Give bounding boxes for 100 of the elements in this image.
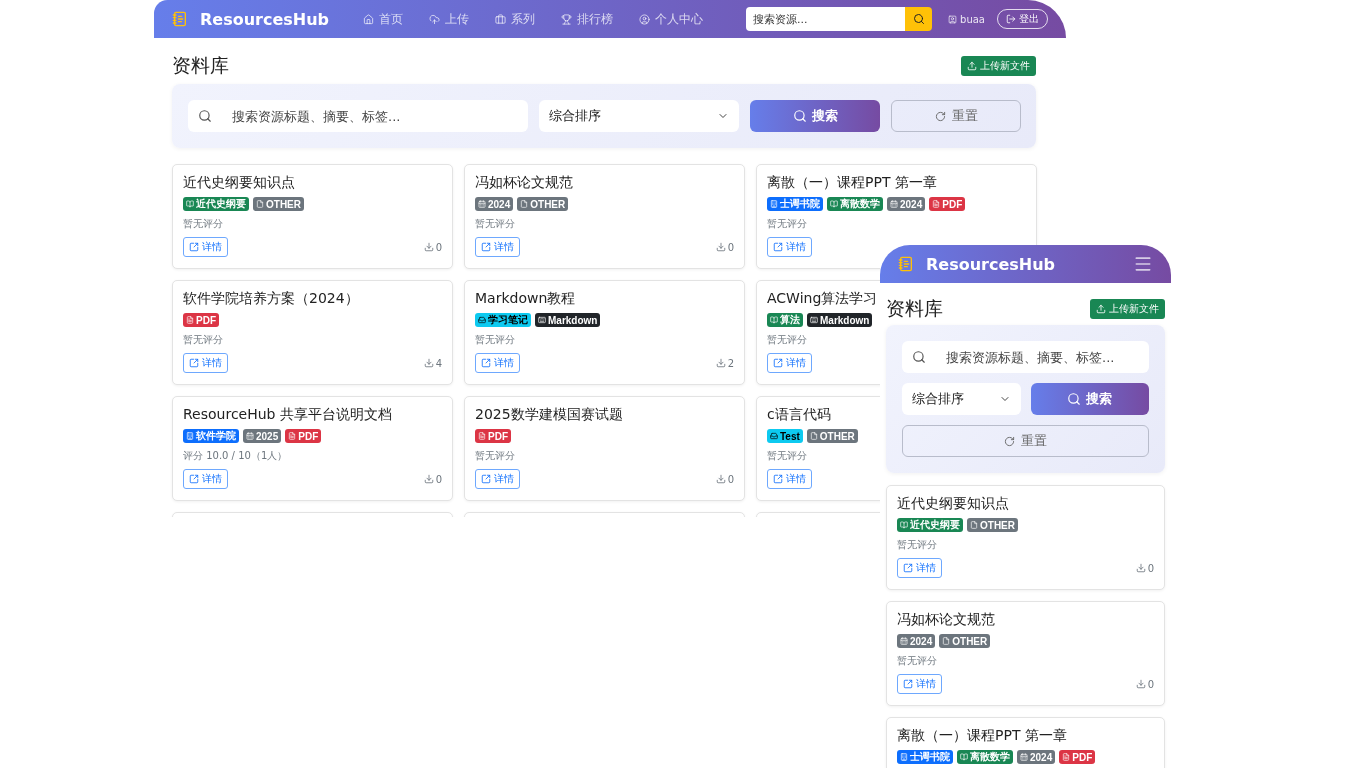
nav-link[interactable]: 个人中心 [639,10,704,28]
detail-button[interactable]: 详情 [183,469,228,489]
logout-icon [1006,14,1016,24]
document-icon [478,432,486,440]
rating-text: 暂无评分 [897,654,938,668]
download-count: 0 [435,241,442,253]
nav-link[interactable]: 排行榜 [561,10,614,28]
detail-button[interactable]: 详情 [767,237,812,257]
detail-button[interactable]: 详情 [767,469,812,489]
header-search-button[interactable] [905,7,933,31]
detail-button[interactable]: 详情 [183,353,228,373]
external-link-icon [481,242,491,252]
document-icon [288,432,297,440]
search-icon [792,109,807,123]
download-icon [423,242,434,252]
tag-label: PDF [196,314,216,326]
rating-text: 暂无评分 [767,333,808,347]
external-link-icon [773,474,783,484]
detail-button[interactable]: 详情 [767,353,812,373]
reset-button[interactable]: 重置 [902,425,1149,457]
tag-label: PDF [488,430,508,442]
home-icon [363,13,375,25]
card-title: ACWing算法学习 [767,290,878,308]
tag-label: 近代史纲要 [196,197,246,211]
brand-name[interactable]: ResourcesHub [926,254,1056,274]
file-icon [970,521,978,529]
file-icon [942,637,951,645]
sort-select[interactable]: 综合排序 [902,383,1021,415]
tag-label: 2024 [910,635,933,647]
external-link-icon [189,242,199,252]
detail-button[interactable]: 详情 [475,469,520,489]
nav-link[interactable]: 上传 [429,10,470,28]
tag-label: OTHER [952,635,988,647]
rating-text: 暂无评分 [897,538,938,552]
search-button[interactable]: 搜索 [750,100,880,132]
tag-label: 离散数学 [970,750,1010,764]
briefcase-icon [495,13,507,25]
building-icon [900,753,908,761]
tag-label: Markdown [820,314,870,326]
cloud-upload-icon [429,13,441,25]
download-icon [715,474,726,484]
download-icon [715,358,726,368]
upload-icon [1096,304,1106,314]
book-icon [900,521,908,529]
upload-button[interactable]: 上传新文件 [1090,299,1165,319]
search-field[interactable]: 搜索资源标题、摘要、标签... [902,341,1149,373]
external-link-icon [773,242,783,252]
card-title: 冯如杯论文规范 [475,174,573,192]
sort-select[interactable]: 综合排序 [539,100,739,132]
download-icon [423,358,434,368]
tag-label: 学习笔记 [488,313,528,327]
tag-label: PDF [298,430,319,442]
download-icon [1135,679,1146,689]
keyboard-icon [810,316,818,324]
search-field[interactable]: 搜索资源标题、摘要、标签... [188,100,528,132]
inbox-icon [770,432,778,440]
menu-icon[interactable] [1133,254,1153,274]
tag-label: 2024 [900,198,923,210]
download-count: 2 [727,357,734,369]
calendar-icon [246,432,254,440]
external-link-icon [189,358,199,368]
user-name: buaa [960,13,985,25]
reset-button[interactable]: 重置 [891,100,1021,132]
tag-label: 软件学院 [196,429,236,443]
external-link-icon [481,474,491,484]
document-icon [932,200,941,208]
notebook-icon [172,11,188,27]
download-count: 0 [1147,678,1154,690]
card-title: 2025数学建模国赛试题 [475,406,623,424]
nav-link[interactable]: 系列 [495,10,536,28]
external-link-icon [903,679,913,689]
download-count: 4 [435,357,442,369]
detail-button[interactable]: 详情 [183,237,228,257]
detail-button[interactable]: 详情 [475,353,520,373]
rating-text: 暂无评分 [767,449,808,463]
file-icon [809,432,818,440]
brand-name[interactable]: ResourcesHub [200,9,330,29]
detail-button[interactable]: 详情 [897,674,942,694]
tag-label: 算法 [780,313,800,327]
search-button[interactable]: 搜索 [1030,383,1149,415]
tag-label: OTHER [530,198,566,210]
download-count: 0 [727,241,734,253]
upload-button[interactable]: 上传新文件 [961,56,1036,76]
id-card-icon [948,14,958,24]
tag-label: 近代史纲要 [910,518,960,532]
page-title: 资料库 [886,296,943,321]
external-link-icon [481,358,491,368]
calendar-icon [478,200,486,208]
detail-button[interactable]: 详情 [897,558,942,578]
tag-label: 2024 [1030,751,1053,763]
nav-link[interactable]: 首页 [363,10,404,28]
card-title: 离散（一）课程PPT 第一章 [767,174,937,192]
file-icon [256,200,264,208]
document-icon [186,316,194,324]
book-icon [830,200,838,208]
card-title: 软件学院培养方案（2024） [183,290,359,308]
book-icon [960,753,968,761]
header-search-field[interactable]: 搜索资源... [746,7,906,31]
card-title: 近代史纲要知识点 [897,495,1009,513]
detail-button[interactable]: 详情 [475,237,520,257]
